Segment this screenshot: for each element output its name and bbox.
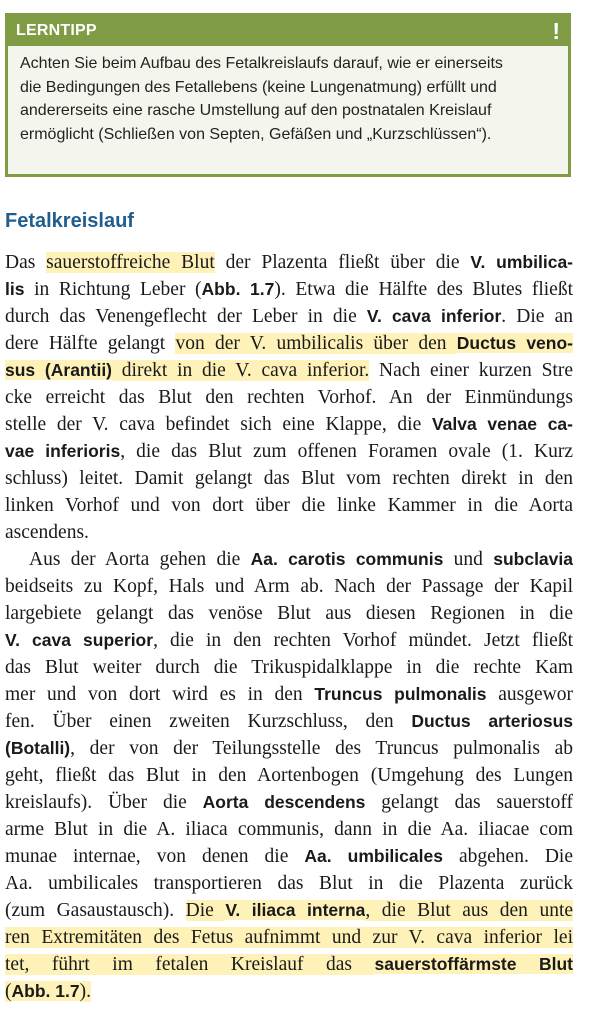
text-line: (Botalli), der von der Teilungsstelle de… [5, 738, 573, 759]
section-heading: Fetalkreislauf [5, 210, 134, 232]
term: lis [5, 279, 25, 299]
figure-ref: Abb. 1.7 [11, 981, 80, 1001]
text-line: munae internae, von denen die Aa. umbili… [5, 846, 573, 867]
term: V. umbilica- [470, 252, 573, 272]
text-line: (Abb. 1.7). [5, 978, 573, 1005]
text-line: arme Blut in die A. iliaca communis, dan… [5, 819, 573, 840]
highlight: ). [79, 981, 91, 1002]
term: subclavia [493, 549, 573, 569]
text-line: ren Extremitäten des Fetus aufnimmt und … [5, 924, 573, 951]
term: vae inferioris [5, 441, 121, 461]
lerntipp-text: Achten Sie beim Aufbau des Fetalkreislau… [20, 52, 556, 146]
text-line: V. cava superior, die in den rechten Vor… [5, 630, 573, 651]
highlight: von der V. umbilicalis über den [175, 333, 457, 354]
term: Valva venae ca- [431, 414, 573, 434]
text-line: dere Hälfte gelangt von der V. umbilical… [5, 333, 573, 354]
term: Aa. carotis communis [250, 549, 444, 569]
lerntipp-line: andererseits eine rasche Umstellung auf … [20, 102, 492, 119]
text-line: beidseits zu Kopf, Hals und Arm ab. Nach… [5, 576, 573, 597]
text-line: fen. Über einen zweiten Kurzschluss, den… [5, 711, 574, 732]
lerntipp-line: ermöglicht (Schließen von Septen, Gefäße… [20, 125, 492, 143]
text-line: kreislaufs). Über die Aorta descendens g… [5, 792, 573, 813]
text-line: sus (Arantii) direkt in die V. cava infe… [5, 360, 573, 381]
term: Aa. umbilicales [304, 846, 443, 866]
paragraph-1: Das sauerstoffreiche Blut der Plazenta f… [5, 249, 573, 546]
lerntipp-box: LERNTIPP ! Achten Sie beim Aufbau des Fe… [5, 13, 571, 177]
lerntipp-line: die Bedingungen des Fetallebens (keine L… [20, 78, 497, 96]
text-line: Das sauerstoffreiche Blut der Plazenta f… [5, 252, 573, 273]
highlight: ren Extremitäten des Fetus aufnimmt und … [5, 927, 573, 948]
highlight: tet, führt im fetalen Kreislauf das [5, 954, 375, 975]
text-line: mer und von dort wird es in den Truncus … [5, 684, 573, 705]
lerntipp-header: LERNTIPP ! [8, 16, 568, 46]
text-line: linken Vorhof und von dort über die link… [5, 495, 573, 516]
lerntipp-title: LERNTIPP [16, 22, 97, 39]
text-line: ascendens. [5, 522, 89, 543]
term: V. cava inferior [366, 306, 502, 326]
text-line: tet, führt im fetalen Kreislauf das saue… [5, 951, 573, 978]
text-line: Aus der Aorta gehen die Aa. carotis comm… [29, 549, 573, 570]
term: sus (Arantii) [5, 360, 113, 380]
text-line: cke erreicht das Blut den rechten Vorhof… [5, 387, 573, 408]
paragraph-2: Aus der Aorta gehen die Aa. carotis comm… [5, 546, 574, 1005]
text-line: largebiete gelangt das venöse Blut aus d… [5, 603, 573, 624]
text-line: lis in Richtung Leber (Abb. 1.7). Etwa d… [5, 279, 573, 300]
text-line: vae inferioris, die das Blut zum offenen… [5, 441, 573, 462]
term: Ductus veno- [456, 333, 573, 353]
highlight: sauerstoffreiche Blut [46, 252, 215, 273]
highlight: direkt in die V. cava inferior. [112, 360, 370, 381]
lerntipp-line: Achten Sie beim Aufbau des Fetalkreislau… [20, 55, 503, 72]
highlight: Die [185, 900, 226, 921]
term: Ductus arteriosus [411, 711, 574, 731]
term: V. iliaca interna [225, 900, 366, 920]
exclamation-icon: ! [552, 18, 560, 44]
text-line: geht, fließt das Blut in den Aortenbogen… [5, 765, 573, 786]
figure-ref: Abb. 1.7 [201, 279, 275, 299]
text-line: durch das Venengeflecht der Leber in die… [5, 306, 574, 327]
term: (Botalli) [5, 738, 71, 758]
text-line: das Blut weiter durch die Trikuspidalkla… [5, 657, 573, 678]
highlight: ( [5, 981, 12, 1002]
term: V. cava superior [5, 630, 154, 650]
text-line: stelle der V. cava befindet sich eine Kl… [5, 414, 573, 435]
term: sauerstoffärmste Blut [374, 954, 573, 974]
text-line: Aa. umbilicales transportieren das Blut … [5, 873, 573, 894]
term: Aorta descendens [202, 792, 366, 812]
highlight: , die Blut aus den unte [365, 900, 574, 921]
text-line: schluss) leitet. Damit gelangt das Blut … [5, 468, 573, 489]
term: Truncus pulmonalis [314, 684, 487, 704]
text-line: (zum Gasaustausch). Die V. iliaca intern… [5, 900, 574, 921]
